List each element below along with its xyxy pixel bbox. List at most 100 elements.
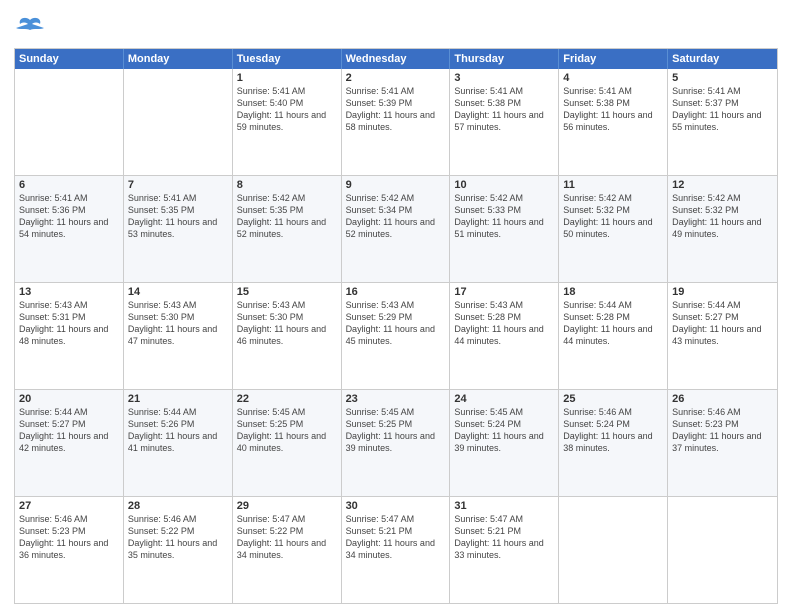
day-cell-3: 3Sunrise: 5:41 AM Sunset: 5:38 PM Daylig… [450,69,559,175]
header [14,10,778,42]
day-cell-2: 2Sunrise: 5:41 AM Sunset: 5:39 PM Daylig… [342,69,451,175]
day-cell-7: 7Sunrise: 5:41 AM Sunset: 5:35 PM Daylig… [124,176,233,282]
day-info: Sunrise: 5:47 AM Sunset: 5:21 PM Dayligh… [346,513,446,562]
day-number: 1 [237,72,337,84]
day-number: 16 [346,286,446,298]
calendar-header: SundayMondayTuesdayWednesdayThursdayFrid… [15,49,777,69]
day-number: 4 [563,72,663,84]
day-cell-31: 31Sunrise: 5:47 AM Sunset: 5:21 PM Dayli… [450,497,559,603]
day-cell-28: 28Sunrise: 5:46 AM Sunset: 5:22 PM Dayli… [124,497,233,603]
empty-cell [15,69,124,175]
day-cell-16: 16Sunrise: 5:43 AM Sunset: 5:29 PM Dayli… [342,283,451,389]
day-info: Sunrise: 5:42 AM Sunset: 5:32 PM Dayligh… [672,192,773,241]
empty-cell [668,497,777,603]
day-number: 12 [672,179,773,191]
day-cell-18: 18Sunrise: 5:44 AM Sunset: 5:28 PM Dayli… [559,283,668,389]
day-info: Sunrise: 5:44 AM Sunset: 5:27 PM Dayligh… [672,299,773,348]
day-info: Sunrise: 5:41 AM Sunset: 5:38 PM Dayligh… [563,85,663,134]
header-day-saturday: Saturday [668,49,777,69]
day-number: 3 [454,72,554,84]
day-number: 17 [454,286,554,298]
empty-cell [124,69,233,175]
day-number: 19 [672,286,773,298]
day-info: Sunrise: 5:47 AM Sunset: 5:21 PM Dayligh… [454,513,554,562]
day-cell-11: 11Sunrise: 5:42 AM Sunset: 5:32 PM Dayli… [559,176,668,282]
day-number: 30 [346,500,446,512]
day-cell-24: 24Sunrise: 5:45 AM Sunset: 5:24 PM Dayli… [450,390,559,496]
empty-cell [559,497,668,603]
day-cell-19: 19Sunrise: 5:44 AM Sunset: 5:27 PM Dayli… [668,283,777,389]
day-info: Sunrise: 5:43 AM Sunset: 5:30 PM Dayligh… [128,299,228,348]
day-info: Sunrise: 5:42 AM Sunset: 5:34 PM Dayligh… [346,192,446,241]
day-cell-13: 13Sunrise: 5:43 AM Sunset: 5:31 PM Dayli… [15,283,124,389]
week-row-2: 6Sunrise: 5:41 AM Sunset: 5:36 PM Daylig… [15,175,777,282]
day-cell-8: 8Sunrise: 5:42 AM Sunset: 5:35 PM Daylig… [233,176,342,282]
week-row-3: 13Sunrise: 5:43 AM Sunset: 5:31 PM Dayli… [15,282,777,389]
day-number: 11 [563,179,663,191]
logo [14,14,44,42]
day-info: Sunrise: 5:43 AM Sunset: 5:31 PM Dayligh… [19,299,119,348]
day-number: 7 [128,179,228,191]
day-number: 15 [237,286,337,298]
day-info: Sunrise: 5:44 AM Sunset: 5:27 PM Dayligh… [19,406,119,455]
day-cell-12: 12Sunrise: 5:42 AM Sunset: 5:32 PM Dayli… [668,176,777,282]
day-cell-20: 20Sunrise: 5:44 AM Sunset: 5:27 PM Dayli… [15,390,124,496]
header-day-friday: Friday [559,49,668,69]
day-cell-26: 26Sunrise: 5:46 AM Sunset: 5:23 PM Dayli… [668,390,777,496]
day-cell-23: 23Sunrise: 5:45 AM Sunset: 5:25 PM Dayli… [342,390,451,496]
day-number: 27 [19,500,119,512]
day-cell-25: 25Sunrise: 5:46 AM Sunset: 5:24 PM Dayli… [559,390,668,496]
day-cell-22: 22Sunrise: 5:45 AM Sunset: 5:25 PM Dayli… [233,390,342,496]
day-number: 8 [237,179,337,191]
header-day-monday: Monday [124,49,233,69]
day-info: Sunrise: 5:44 AM Sunset: 5:28 PM Dayligh… [563,299,663,348]
day-cell-4: 4Sunrise: 5:41 AM Sunset: 5:38 PM Daylig… [559,69,668,175]
day-cell-17: 17Sunrise: 5:43 AM Sunset: 5:28 PM Dayli… [450,283,559,389]
day-cell-10: 10Sunrise: 5:42 AM Sunset: 5:33 PM Dayli… [450,176,559,282]
day-cell-6: 6Sunrise: 5:41 AM Sunset: 5:36 PM Daylig… [15,176,124,282]
day-cell-27: 27Sunrise: 5:46 AM Sunset: 5:23 PM Dayli… [15,497,124,603]
day-info: Sunrise: 5:41 AM Sunset: 5:39 PM Dayligh… [346,85,446,134]
day-number: 29 [237,500,337,512]
day-info: Sunrise: 5:45 AM Sunset: 5:25 PM Dayligh… [237,406,337,455]
day-cell-15: 15Sunrise: 5:43 AM Sunset: 5:30 PM Dayli… [233,283,342,389]
day-info: Sunrise: 5:41 AM Sunset: 5:36 PM Dayligh… [19,192,119,241]
day-cell-9: 9Sunrise: 5:42 AM Sunset: 5:34 PM Daylig… [342,176,451,282]
day-number: 24 [454,393,554,405]
day-cell-21: 21Sunrise: 5:44 AM Sunset: 5:26 PM Dayli… [124,390,233,496]
day-info: Sunrise: 5:41 AM Sunset: 5:40 PM Dayligh… [237,85,337,134]
day-number: 25 [563,393,663,405]
week-row-1: 1Sunrise: 5:41 AM Sunset: 5:40 PM Daylig… [15,69,777,175]
day-info: Sunrise: 5:41 AM Sunset: 5:35 PM Dayligh… [128,192,228,241]
day-cell-29: 29Sunrise: 5:47 AM Sunset: 5:22 PM Dayli… [233,497,342,603]
day-info: Sunrise: 5:41 AM Sunset: 5:38 PM Dayligh… [454,85,554,134]
day-info: Sunrise: 5:43 AM Sunset: 5:29 PM Dayligh… [346,299,446,348]
day-number: 18 [563,286,663,298]
header-day-wednesday: Wednesday [342,49,451,69]
day-number: 26 [672,393,773,405]
header-day-thursday: Thursday [450,49,559,69]
day-info: Sunrise: 5:41 AM Sunset: 5:37 PM Dayligh… [672,85,773,134]
logo-bird-icon [16,14,44,42]
day-info: Sunrise: 5:43 AM Sunset: 5:30 PM Dayligh… [237,299,337,348]
calendar: SundayMondayTuesdayWednesdayThursdayFrid… [14,48,778,604]
day-info: Sunrise: 5:46 AM Sunset: 5:23 PM Dayligh… [19,513,119,562]
day-number: 13 [19,286,119,298]
day-number: 2 [346,72,446,84]
day-info: Sunrise: 5:45 AM Sunset: 5:25 PM Dayligh… [346,406,446,455]
day-info: Sunrise: 5:42 AM Sunset: 5:32 PM Dayligh… [563,192,663,241]
day-info: Sunrise: 5:44 AM Sunset: 5:26 PM Dayligh… [128,406,228,455]
day-info: Sunrise: 5:45 AM Sunset: 5:24 PM Dayligh… [454,406,554,455]
header-day-tuesday: Tuesday [233,49,342,69]
day-number: 31 [454,500,554,512]
day-number: 22 [237,393,337,405]
week-row-5: 27Sunrise: 5:46 AM Sunset: 5:23 PM Dayli… [15,496,777,603]
day-info: Sunrise: 5:46 AM Sunset: 5:23 PM Dayligh… [672,406,773,455]
day-number: 23 [346,393,446,405]
day-info: Sunrise: 5:42 AM Sunset: 5:35 PM Dayligh… [237,192,337,241]
day-info: Sunrise: 5:43 AM Sunset: 5:28 PM Dayligh… [454,299,554,348]
day-number: 21 [128,393,228,405]
day-number: 14 [128,286,228,298]
day-info: Sunrise: 5:47 AM Sunset: 5:22 PM Dayligh… [237,513,337,562]
day-cell-14: 14Sunrise: 5:43 AM Sunset: 5:30 PM Dayli… [124,283,233,389]
